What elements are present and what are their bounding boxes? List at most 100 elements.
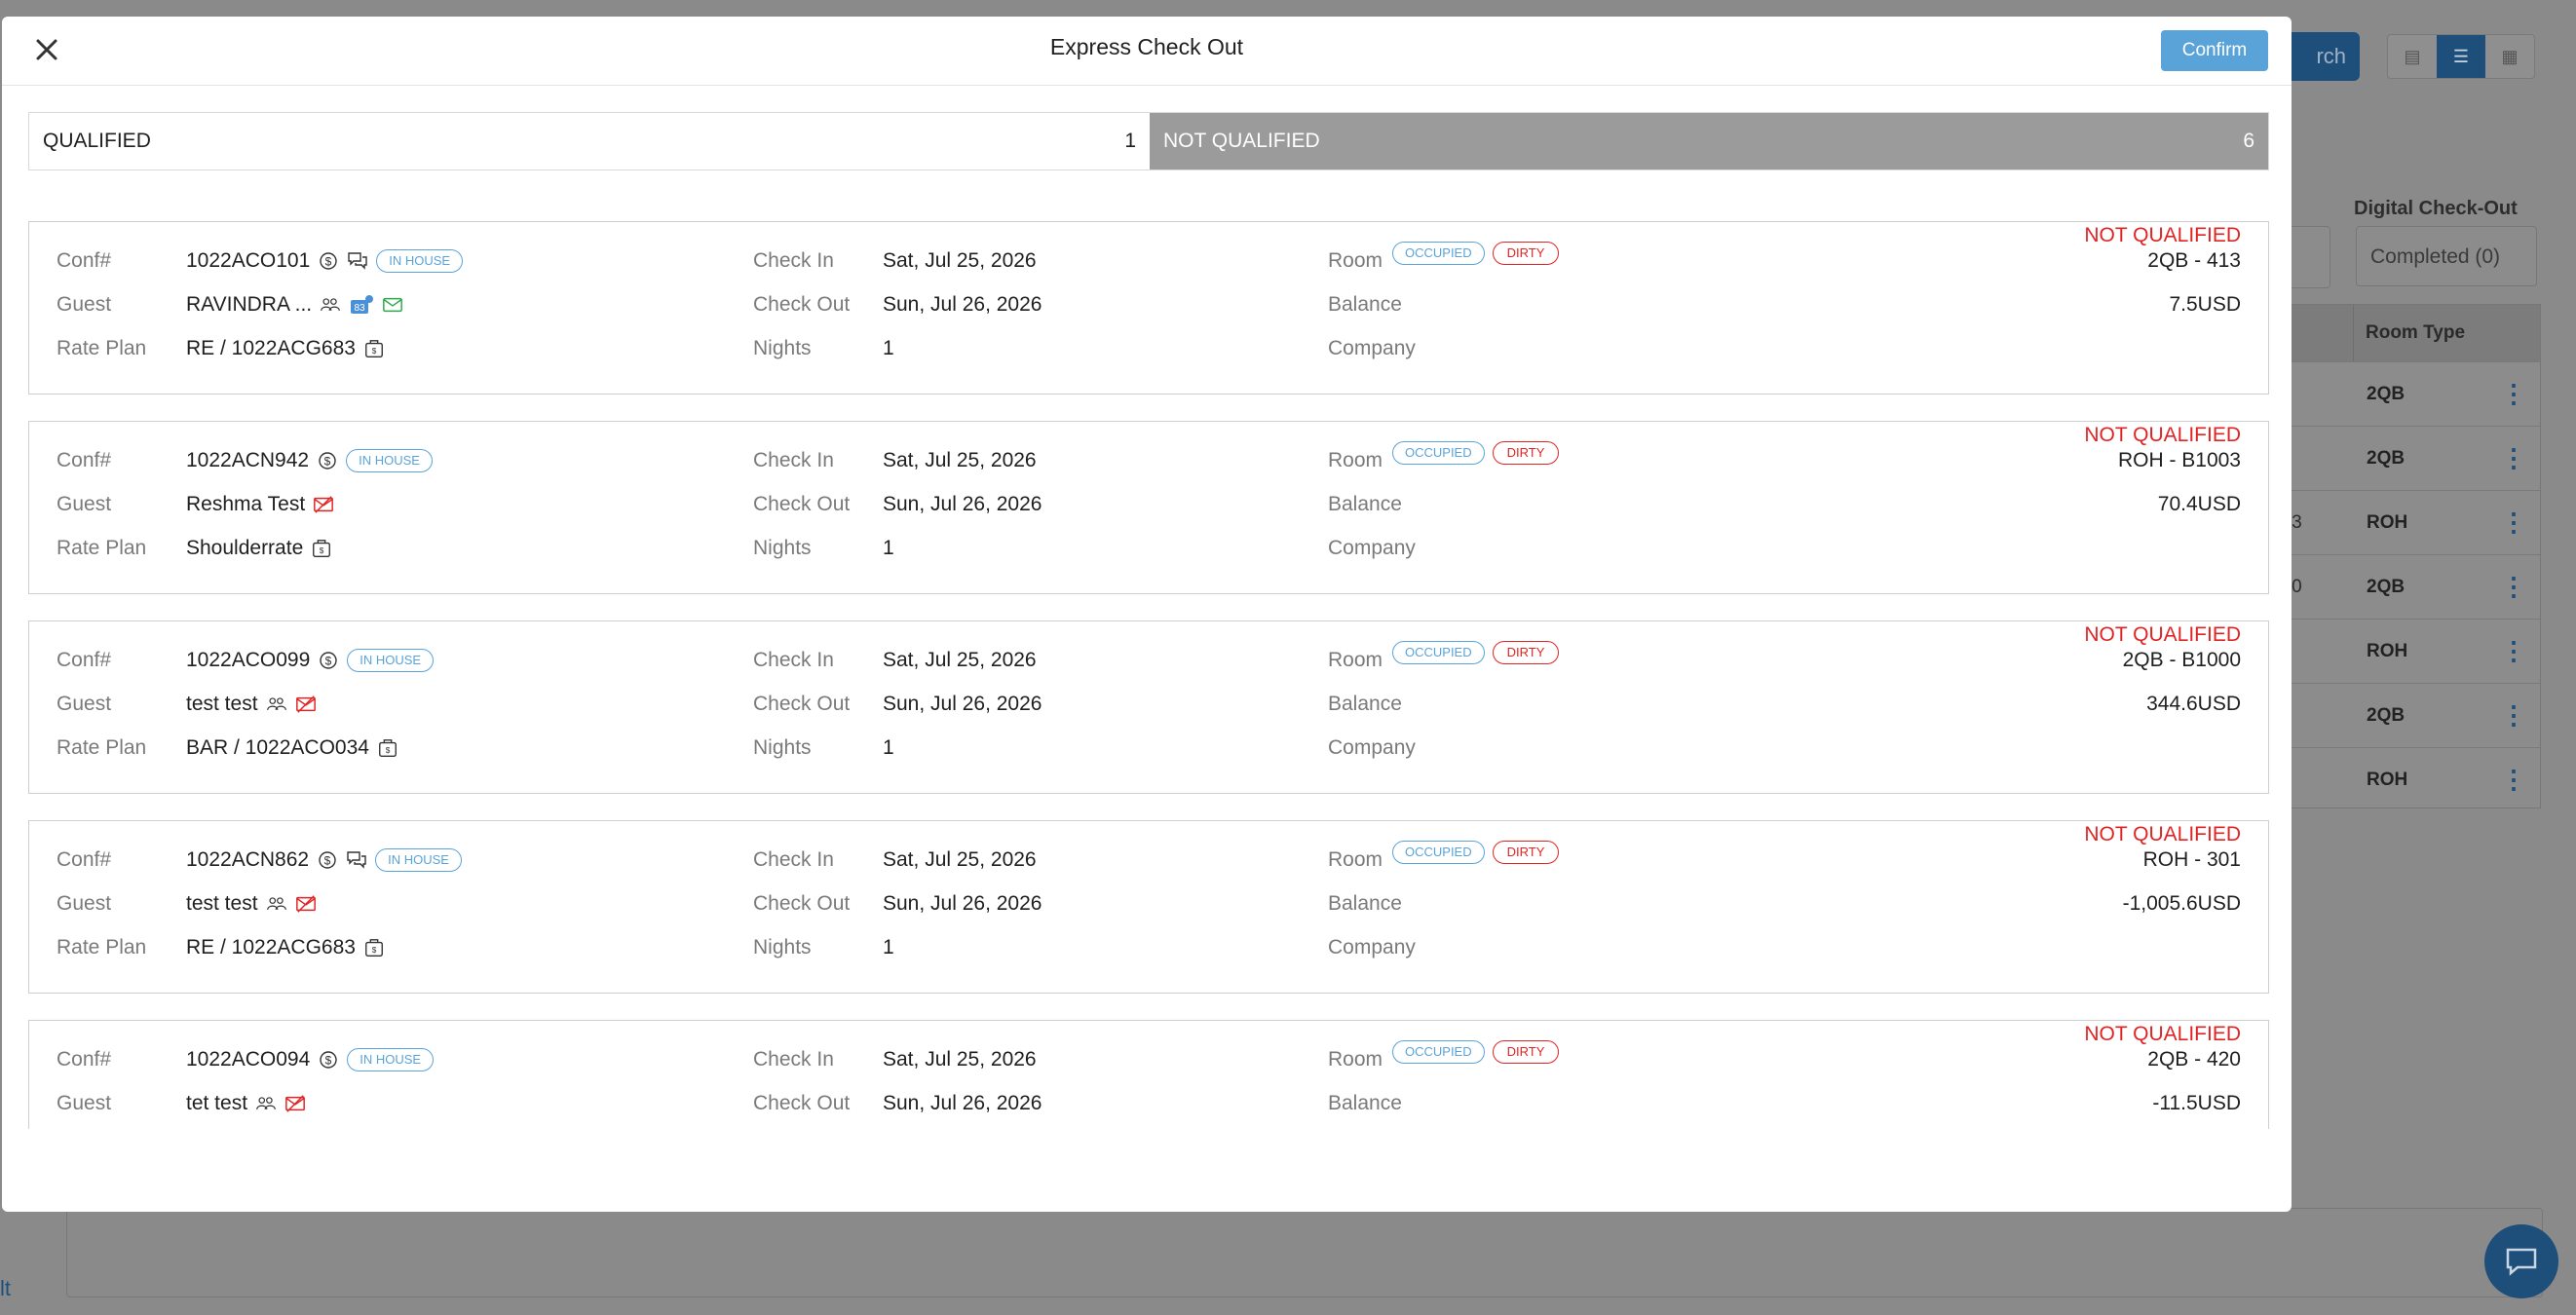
- in-house-badge: IN HOUSE: [346, 449, 433, 472]
- conf-label: Conf#: [57, 1048, 112, 1071]
- check-in-label: Check In: [753, 649, 834, 671]
- group-icon: [266, 694, 287, 715]
- table-row: 02QB⋮: [2271, 683, 2540, 747]
- in-house-badge: IN HOUSE: [347, 649, 435, 672]
- table-cell-room-type: 2QB: [2367, 704, 2406, 726]
- reservations-table: Room Type 02QB⋮32QB⋮003ROH⋮0002QB⋮ROH⋮02…: [2270, 304, 2541, 808]
- rate-bag-icon: $: [363, 937, 385, 958]
- room-label: Room: [1328, 848, 1383, 871]
- guest-value-group: Reshma Test: [186, 485, 334, 524]
- conf-value-group: 1022ACO101 $ IN HOUSE: [186, 242, 464, 281]
- company-label: Company: [1328, 537, 1416, 559]
- dirty-badge: DIRTY: [1492, 841, 1560, 864]
- reservation-card[interactable]: NOT QUALIFIED Conf# 1022ACO101 $ IN HOUSE Che…: [28, 221, 2269, 394]
- in-house-badge: IN HOUSE: [347, 1048, 435, 1071]
- room-label: Room: [1328, 249, 1383, 272]
- reservation-card[interactable]: NOT QUALIFIED Conf# 1022ACO099 $ IN HOUSE Che…: [28, 620, 2269, 794]
- check-out-value: Sun, Jul 26, 2026: [883, 493, 1042, 515]
- svg-text:$: $: [325, 1054, 332, 1068]
- guest-label: Guest: [57, 1092, 112, 1114]
- svg-text:$: $: [324, 455, 331, 469]
- chat-button: [2484, 1224, 2558, 1298]
- company-label: Company: [1328, 736, 1416, 759]
- reservation-card[interactable]: NOT QUALIFIED Conf# 1022ACN862 $ IN HOUSE Che…: [28, 820, 2269, 994]
- check-out-label: Check Out: [753, 892, 851, 915]
- guest-name[interactable]: tet test: [186, 1084, 247, 1123]
- rate-bag-icon: $: [377, 737, 398, 759]
- conf-label: Conf#: [57, 249, 112, 272]
- comment-icon: [347, 250, 368, 272]
- tab-not-qualified-label: NOT QUALIFIED: [1163, 130, 1320, 152]
- occupied-badge: OCCUPIED: [1392, 841, 1485, 864]
- guest-name[interactable]: test test: [186, 685, 258, 724]
- rate-plan-label: Rate Plan: [57, 1128, 146, 1129]
- modal-header: Express Check Out Confirm: [2, 17, 2292, 86]
- guest-label: Guest: [57, 892, 112, 915]
- guest-label: Guest: [57, 493, 112, 515]
- conf-label: Conf#: [57, 848, 112, 871]
- check-out-value: Sun, Jul 26, 2026: [883, 693, 1042, 715]
- tab-qualified[interactable]: QUALIFIED 1: [29, 113, 1150, 169]
- rate-plan-value-group: RE / 1022ACG683 $: [186, 329, 385, 368]
- guest-name[interactable]: test test: [186, 884, 258, 923]
- conf-number[interactable]: 1022ACO099: [186, 641, 310, 680]
- table-cell-room-type: 2QB: [2367, 576, 2406, 597]
- loyalty-badge-icon: 83: [349, 294, 374, 316]
- guest-name[interactable]: RAVINDRA ...: [186, 285, 312, 324]
- chat-icon: [2506, 1248, 2537, 1276]
- row-menu-icon: ⋮: [2501, 765, 2526, 794]
- card-row-3: Rate Plan BAR / 1022ACO034 $ Nights 1 Company: [29, 729, 2268, 768]
- balance-label: Balance: [1328, 293, 1402, 316]
- room-value: 2QB - 413: [2147, 249, 2241, 272]
- card-row-1: Conf# 1022ACN862 $ IN HOUSE Check In Sat, Jul…: [29, 841, 2268, 880]
- table-row: ROH ⋮: [2271, 619, 2540, 683]
- table-cell-room-type: ROH: [2367, 769, 2408, 790]
- qualification-tabs: QUALIFIED 1 NOT QUALIFIED 6: [28, 112, 2269, 170]
- balance-value: -1,005.6USD: [2122, 892, 2241, 915]
- guest-value-group: RAVINDRA ... 83: [186, 285, 403, 324]
- table-row: 32QB⋮: [2271, 426, 2540, 490]
- conf-number[interactable]: 1022ACO101: [186, 242, 310, 281]
- conf-value-group: 1022ACN862 $ IN HOUSE: [186, 841, 462, 880]
- comment-icon: [346, 849, 367, 871]
- conf-number[interactable]: 1022ACN942: [186, 441, 309, 480]
- balance-label: Balance: [1328, 693, 1402, 715]
- conf-label: Conf#: [57, 449, 112, 471]
- reservation-card[interactable]: NOT QUALIFIED Conf# 1022ACO094 $ IN HOUSE Che…: [28, 1020, 2269, 1129]
- check-in-label: Check In: [753, 1048, 834, 1071]
- room-label: Room: [1328, 1048, 1383, 1071]
- conf-number[interactable]: 1022ACN862: [186, 841, 309, 880]
- balance-value: 344.6USD: [2146, 693, 2241, 715]
- email-icon: [382, 294, 403, 316]
- check-in-label: Check In: [753, 249, 834, 272]
- check-out-label: Check Out: [753, 493, 851, 515]
- group-icon: [320, 294, 341, 316]
- card-row-1: Conf# 1022ACO101 $ IN HOUSE Check In Sat, Jul…: [29, 242, 2268, 281]
- in-house-badge: IN HOUSE: [375, 848, 462, 872]
- check-out-value: Sun, Jul 26, 2026: [883, 1092, 1042, 1114]
- company-label: Company: [1328, 1128, 1416, 1129]
- modal-title: Express Check Out: [1049, 34, 1244, 59]
- room-status-badges: OCCUPIED DIRTY: [1392, 441, 1560, 465]
- nights-label: Nights: [753, 936, 812, 958]
- check-in-value: Sat, Jul 25, 2026: [883, 249, 1037, 272]
- svg-text:$: $: [386, 746, 391, 755]
- document-view-icon: ▤: [2404, 46, 2421, 66]
- nights-label: Nights: [753, 736, 812, 759]
- reservation-card[interactable]: NOT QUALIFIED Conf# 1022ACN942 $ IN HOUSE Che…: [28, 421, 2269, 594]
- card-row-3: Rate Plan $ Nights 1 Company: [29, 1128, 2268, 1129]
- guest-name[interactable]: Reshma Test: [186, 485, 305, 524]
- group-icon: [255, 1093, 277, 1114]
- confirm-button[interactable]: Confirm: [2161, 30, 2268, 71]
- tab-not-qualified-count: 6: [2243, 130, 2254, 152]
- conf-value-group: 1022ACO099 $ IN HOUSE: [186, 641, 435, 680]
- occupied-badge: OCCUPIED: [1392, 441, 1485, 465]
- tab-not-qualified[interactable]: NOT QUALIFIED 6: [1150, 113, 2268, 169]
- rate-plan-value-group: $: [186, 1128, 215, 1129]
- table-cell-room-type: ROH: [2367, 511, 2408, 533]
- check-out-label: Check Out: [753, 293, 851, 316]
- company-label: Company: [1328, 337, 1416, 359]
- content-panel: [66, 1208, 2543, 1297]
- conf-number[interactable]: 1022ACO094: [186, 1040, 310, 1079]
- card-row-2: Guest RAVINDRA ... 83 Check Out Sun, Jul 26,…: [29, 285, 2268, 324]
